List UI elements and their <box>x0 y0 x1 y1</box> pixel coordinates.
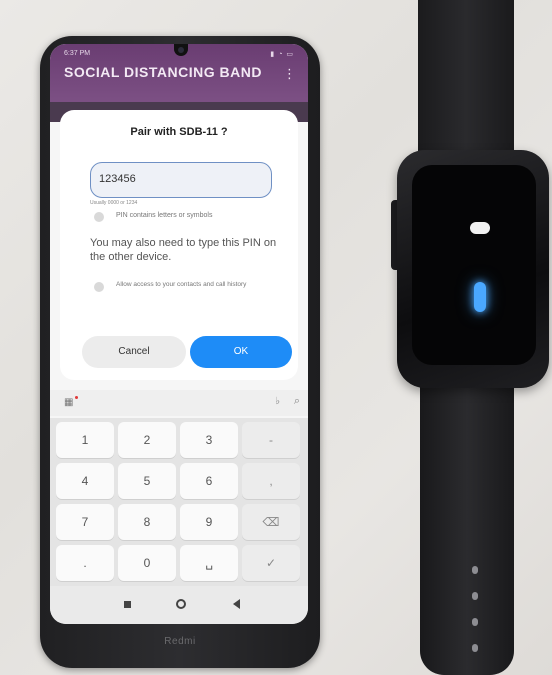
search-icon[interactable]: ⌕ <box>294 395 300 408</box>
key-9[interactable]: 9 <box>180 504 238 540</box>
pin-value: 123456 <box>99 173 136 185</box>
status-icons: ▮ ◔ ▭ <box>270 51 294 58</box>
home-icon[interactable] <box>176 599 186 609</box>
contacts-access-checkbox[interactable] <box>94 282 104 292</box>
app-title: SOCIAL DISTANCING BAND <box>64 64 262 80</box>
key-minus[interactable]: - <box>242 422 300 458</box>
app-bar: 6:37 PM ▮ ◔ ▭ SOCIAL DISTANCING BAND ⋮ <box>50 44 308 102</box>
key-1[interactable]: 1 <box>56 422 114 458</box>
notification-dot <box>75 396 78 399</box>
overflow-menu-icon[interactable]: ⋮ <box>283 66 296 82</box>
keyboard-toolbar: ▦ ♭ ⌕ <box>50 390 308 416</box>
key-3[interactable]: 3 <box>180 422 238 458</box>
info-text: You may also need to type this PIN on th… <box>90 237 277 263</box>
mic-icon[interactable]: ♭ <box>275 396 280 407</box>
watch-screen <box>412 165 536 365</box>
back-icon[interactable] <box>233 599 240 609</box>
camera-notch <box>174 44 188 56</box>
key-0[interactable]: 0 <box>118 545 176 581</box>
backspace-icon[interactable]: ⌫ <box>242 504 300 540</box>
numeric-keypad: 1 2 3 - 4 5 6 , 7 8 9 ⌫ . 0 ␣ ✓ <box>50 418 308 586</box>
strap-hole <box>472 592 478 600</box>
pin-letters-checkbox[interactable] <box>94 212 104 222</box>
dialog-title: Pair with SDB-11 ? <box>130 126 228 138</box>
watch-strap-bottom <box>420 370 514 675</box>
phone-brand: Redmi <box>164 636 196 647</box>
ok-button[interactable]: OK <box>190 336 292 368</box>
key-2[interactable]: 2 <box>118 422 176 458</box>
cancel-button[interactable]: Cancel <box>82 336 186 368</box>
key-5[interactable]: 5 <box>118 463 176 499</box>
contacts-access-label: Allow access to your contacts and call h… <box>116 281 247 288</box>
strap-hole <box>472 618 478 626</box>
pin-hint: Usually 0000 or 1234 <box>90 200 138 206</box>
checkmark-icon[interactable]: ✓ <box>242 545 300 581</box>
key-4[interactable]: 4 <box>56 463 114 499</box>
navigation-bar <box>50 586 308 624</box>
phone-screen: 6:37 PM ▮ ◔ ▭ SOCIAL DISTANCING BAND ⋮ P… <box>50 44 308 624</box>
camera-icon <box>178 47 184 53</box>
pin-input[interactable]: 123456 <box>90 162 272 198</box>
key-comma[interactable]: , <box>242 463 300 499</box>
apps-grid-icon[interactable]: ▦ <box>64 397 73 408</box>
strap-hole <box>472 644 478 652</box>
recents-icon[interactable] <box>124 601 131 608</box>
watch-led <box>474 282 486 312</box>
pin-letters-label: PIN contains letters or symbols <box>116 212 213 219</box>
key-6[interactable]: 6 <box>180 463 238 499</box>
status-time: 6:37 PM <box>64 50 91 57</box>
space-icon[interactable]: ␣ <box>180 545 238 581</box>
key-7[interactable]: 7 <box>56 504 114 540</box>
strap-hole <box>472 566 478 574</box>
key-period[interactable]: . <box>56 545 114 581</box>
pairing-dialog: Pair with SDB-11 ? 123456 Usually 0000 o… <box>60 110 298 380</box>
key-8[interactable]: 8 <box>118 504 176 540</box>
watch-indicator <box>470 222 490 234</box>
